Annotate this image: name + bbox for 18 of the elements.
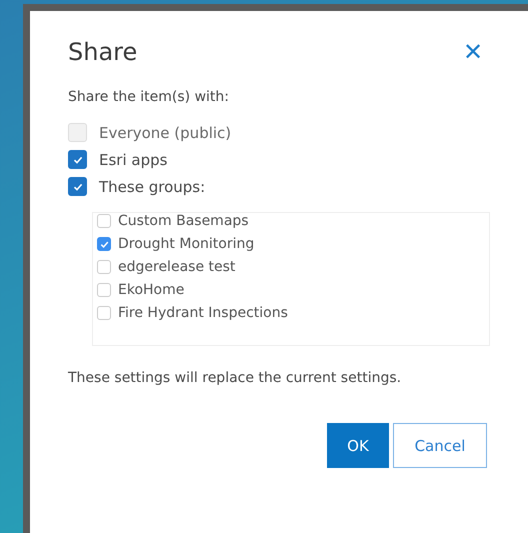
checkbox[interactable]: [68, 150, 87, 169]
close-button[interactable]: ✕: [458, 37, 488, 67]
dialog-title: Share: [68, 38, 138, 66]
cancel-button[interactable]: Cancel: [393, 423, 487, 468]
checkbox[interactable]: [97, 237, 111, 251]
ok-button[interactable]: OK: [327, 423, 389, 468]
share-prompt: Share the item(s) with:: [68, 89, 230, 105]
option-label: These groups:: [99, 178, 206, 196]
group-label: EkoHome: [118, 282, 184, 298]
group-label: edgerelease test: [118, 259, 236, 275]
option-label: Esri apps: [99, 150, 168, 168]
group-label: Fire Hydrant Inspections: [118, 305, 288, 321]
settings-note: These settings will replace the current settings.: [68, 370, 402, 386]
group-label: Drought Monitoring: [118, 236, 254, 252]
group-label: Custom Basemaps: [118, 213, 249, 229]
checkmark-icon: [98, 238, 110, 250]
checkbox[interactable]: [68, 177, 87, 196]
option-label: Everyone (public): [99, 124, 232, 142]
